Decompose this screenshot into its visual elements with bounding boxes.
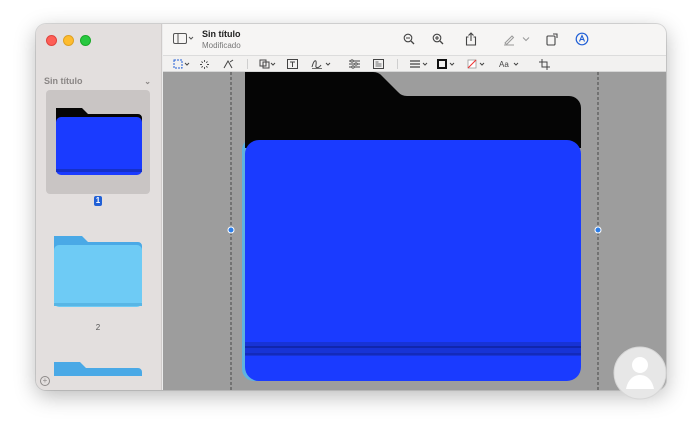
sketch-icon[interactable] [223,58,234,70]
text-style-button[interactable]: Aa [499,58,522,70]
page-thumbnail-2[interactable] [46,224,150,316]
crop-icon[interactable] [539,58,550,70]
zoom-in-icon[interactable] [430,31,446,47]
folder-image[interactable] [163,72,666,390]
selection-tool-button[interactable] [173,58,191,70]
page-thumbnail-1[interactable] [46,90,150,194]
zoom-out-icon[interactable] [401,31,417,47]
folder-thumbnail-icon [54,362,142,376]
page-number: 2 [95,323,101,332]
rotate-icon[interactable] [544,31,560,47]
watermark-logo [613,346,667,400]
adjust-color-icon[interactable] [349,58,360,70]
page-thumbnail-3[interactable] [54,358,142,376]
maximize-window-button[interactable] [80,35,91,46]
markup-icon[interactable] [574,31,590,47]
close-window-button[interactable] [46,35,57,46]
border-color-button[interactable] [437,58,457,70]
sidebar-title: Sin título [44,76,83,86]
document-status: Modificado [202,41,241,50]
page-info-icon[interactable] [373,58,384,70]
divider [247,59,248,69]
markup-toolbar: Aa [163,56,666,72]
instant-alpha-icon[interactable] [199,58,210,70]
line-style-button[interactable] [409,58,429,70]
page-number-selected: 1 [94,196,102,206]
signature-tool-button[interactable] [311,58,333,70]
document-title: Sin título [202,29,241,39]
divider [397,59,398,69]
sidebar: Sin título ⌄ 1 2 + [36,24,162,390]
preview-window: Sin título ⌄ 1 2 + Sin título Modificado… [36,24,666,390]
sidebar-toggle-icon[interactable] [173,31,195,47]
sidebar-header[interactable]: Sin título ⌄ [44,76,151,86]
text-style-label: Aa [499,59,509,69]
add-page-icon[interactable]: + [40,376,50,386]
share-icon[interactable] [463,31,479,47]
minimize-window-button[interactable] [63,35,74,46]
chevron-down-icon[interactable] [521,31,531,47]
shapes-tool-button[interactable] [259,58,277,70]
toolbar: Sin título Modificado [163,24,666,56]
chevron-down-icon[interactable]: ⌄ [144,77,151,86]
window-controls [46,35,91,46]
resize-handle [227,226,235,234]
document-canvas[interactable] [163,72,666,390]
fill-color-button[interactable] [467,58,487,70]
highlight-icon[interactable] [501,31,517,47]
resize-handle [594,226,602,234]
folder-thumbnail-icon [54,236,142,307]
text-box-icon[interactable] [287,58,298,70]
folder-thumbnail-icon [56,108,142,175]
